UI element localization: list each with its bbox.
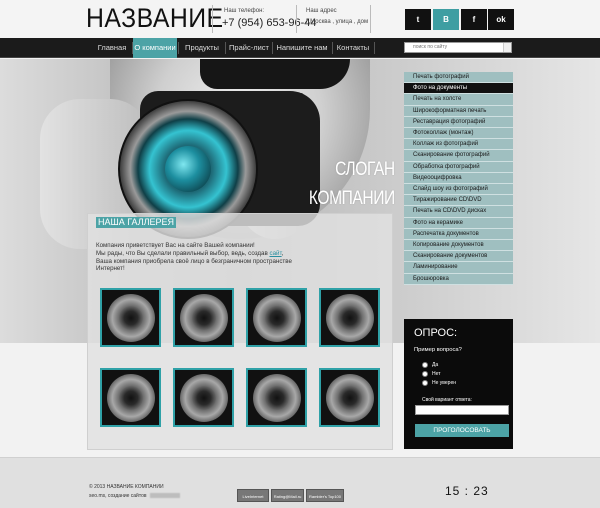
- sidebar-item[interactable]: Копирование документов: [404, 240, 513, 252]
- intro-text: Компания приветствует Вас на сайте Вашей…: [96, 242, 296, 273]
- gallery-thumbnail[interactable]: [100, 368, 161, 427]
- slogan-line-2: КОМПАНИИ: [309, 188, 395, 209]
- sidebar-item[interactable]: Тиражирование CD\DVD: [404, 195, 513, 207]
- slogan-line-1: СЛОГАН: [335, 159, 395, 180]
- site-header: НАЗВАНИЕ Наш телефон: +7 (954) 653-96-44…: [0, 0, 600, 38]
- poll-option-no[interactable]: Нет: [422, 371, 441, 377]
- poll-own-answer-input[interactable]: [415, 405, 509, 415]
- radio-icon[interactable]: [422, 380, 428, 386]
- search-input[interactable]: поиск по сайту: [404, 42, 512, 53]
- poll-option-yes[interactable]: Да: [422, 362, 438, 368]
- gallery-thumbnail[interactable]: [100, 288, 161, 347]
- intro-line-1: Компания приветствует Вас на сайте Вашей…: [96, 242, 255, 249]
- phone-label: Наш телефон:: [224, 8, 265, 14]
- sidebar-item[interactable]: Печать на холсте: [404, 94, 513, 106]
- radio-icon[interactable]: [422, 362, 428, 368]
- counter-mailru[interactable]: Rating@Mail.ru: [271, 489, 304, 502]
- intro-site-link[interactable]: сайт: [269, 250, 281, 257]
- site-logo[interactable]: НАЗВАНИЕ: [86, 3, 224, 34]
- sidebar-item[interactable]: Обработка фотографий: [404, 161, 513, 173]
- clock-display: 15 : 23: [445, 484, 489, 498]
- sidebar-item[interactable]: Широкоформатная печать: [404, 105, 513, 117]
- sidebar-item[interactable]: Ламинирование: [404, 262, 513, 274]
- header-divider: [212, 5, 213, 33]
- facebook-icon: f: [472, 15, 476, 24]
- nav-divider: [374, 42, 375, 54]
- sidebar-item[interactable]: Сканирование фотографий: [404, 150, 513, 162]
- twitter-icon: t: [416, 15, 420, 24]
- header-divider: [370, 5, 371, 33]
- gallery-thumbnail[interactable]: [246, 368, 307, 427]
- twitter-button[interactable]: t: [405, 9, 431, 30]
- poll-own-answer-label: Свой вариант ответа:: [422, 397, 472, 403]
- site-footer: © 2013 НАЗВАНИЕ КОМПАНИИ seo.ms, создани…: [0, 457, 600, 508]
- made-by-text: seo.ms, создание сайтов: [89, 493, 180, 499]
- gallery-thumbnail[interactable]: [319, 288, 380, 347]
- radio-icon[interactable]: [422, 371, 428, 377]
- copyright-text: © 2013 НАЗВАНИЕ КОМПАНИИ: [89, 484, 164, 490]
- lens-glass-icon: [165, 146, 211, 192]
- gallery-thumbnail[interactable]: [173, 368, 234, 427]
- sidebar-item[interactable]: Печать на CD\DVD дисках: [404, 206, 513, 218]
- gallery-title: НАША ГАЛЛЕРЕЯ: [96, 217, 177, 228]
- intro-part-1: Мы рады, что Вы сделали правильный выбор…: [96, 249, 270, 257]
- poll-widget: ОПРОС: Пример вопроса? Да Нет Не уверен …: [404, 319, 513, 449]
- sidebar-item[interactable]: Фотоколлаж (монтаж): [404, 128, 513, 140]
- gallery-thumbnail[interactable]: [173, 288, 234, 347]
- poll-title: ОПРОС:: [414, 327, 458, 339]
- nav-item-home[interactable]: Главная: [92, 38, 132, 58]
- vk-icon: B: [443, 15, 449, 24]
- nav-item-write-us[interactable]: Напишите нам: [273, 38, 331, 58]
- sidebar-item[interactable]: Видеооцифровка: [404, 172, 513, 184]
- odnoklassniki-button[interactable]: ok: [488, 9, 514, 30]
- poll-option-unsure[interactable]: Не уверен: [422, 380, 456, 386]
- sidebar-item[interactable]: Коллаж из фотографий: [404, 139, 513, 151]
- sidebar-item[interactable]: Распечатка документов: [404, 228, 513, 240]
- poll-question: Пример вопроса?: [414, 347, 462, 353]
- developer-link[interactable]: [149, 493, 180, 499]
- sidebar-item[interactable]: Сканирование документов: [404, 251, 513, 263]
- nav-item-products[interactable]: Продукты: [179, 38, 225, 58]
- gallery-thumbnail[interactable]: [246, 288, 307, 347]
- gallery-thumbnail[interactable]: [319, 368, 380, 427]
- odnoklassniki-icon: ok: [496, 15, 506, 24]
- nav-item-prices[interactable]: Прайс-лист: [226, 38, 272, 58]
- sidebar-item[interactable]: Слайд шоу из фотографий: [404, 184, 513, 196]
- hero-decoration: [200, 59, 350, 89]
- nav-item-contacts[interactable]: Контакты: [333, 38, 373, 58]
- phone-number: +7 (954) 653-96-44: [222, 17, 317, 29]
- search-button[interactable]: [503, 43, 511, 52]
- gallery-panel: НАША ГАЛЛЕРЕЯ Компания приветствует Вас …: [87, 213, 393, 450]
- sidebar-item[interactable]: Брошюровка: [404, 273, 513, 285]
- sidebar-item[interactable]: Печать фотографий: [404, 72, 513, 84]
- header-divider: [296, 5, 297, 33]
- sidebar-item[interactable]: Фото на документы: [404, 83, 513, 95]
- counter-liveinternet[interactable]: LiveInternet: [237, 489, 269, 502]
- address-text: Г.Москва , улица , дом: [306, 19, 369, 25]
- sidebar-item[interactable]: Реставрация фотографий: [404, 116, 513, 128]
- sidebar-item[interactable]: Фото на керамике: [404, 217, 513, 229]
- address-label: Наш адрес: [306, 8, 337, 14]
- facebook-button[interactable]: f: [461, 9, 487, 30]
- vote-button[interactable]: ПРОГОЛОСОВАТЬ: [415, 424, 509, 437]
- nav-item-about[interactable]: О компании: [133, 38, 177, 58]
- vk-button[interactable]: B: [433, 9, 459, 30]
- counter-rambler[interactable]: Rambler's Top100: [306, 489, 344, 502]
